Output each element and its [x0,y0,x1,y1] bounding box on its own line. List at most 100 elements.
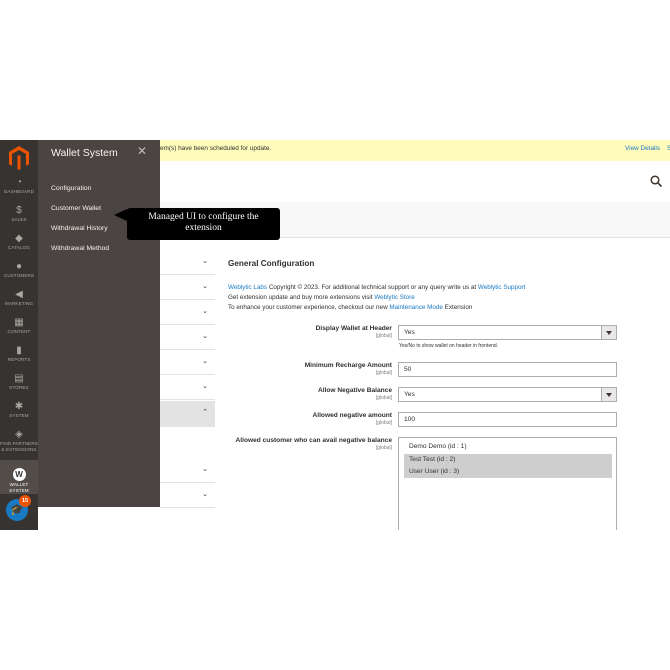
menu-item-dashboard[interactable]: ◔ Dashboard [0,177,38,195]
menu-item-label: Customers [3,273,35,278]
chevron-down-icon: ⌄ [202,258,208,265]
customer-option-selected[interactable]: User User (id : 3) [404,466,612,478]
config-tab-group[interactable]: ⌄ [160,251,215,275]
notification-badge: 15 [19,495,31,507]
field-label: Allowed customer who can avail negative … [235,437,392,444]
maintenance-mode-link[interactable]: Maintenance Mode [389,304,443,311]
config-tab-group[interactable]: ⌄ [160,301,215,325]
menu-item-reports[interactable]: ▮ Reports [0,345,38,363]
menu-item-label: Reports [7,357,31,362]
customers-icon: ● [15,261,23,272]
admin-frame: ◔ Dashboard $ Sales ◆ Catalog ● Customer… [0,140,670,530]
display-wallet-select[interactable]: Yes [398,325,617,340]
config-tab-group[interactable]: ⌄ [160,484,215,508]
submenu-link-withdrawal-history[interactable]: Withdrawal History [51,225,108,232]
chevron-down-icon: ⌄ [202,308,208,315]
config-tab-group[interactable]: ⌄ [160,276,215,300]
customer-option-selected[interactable]: Test Test (id : 2) [404,454,612,466]
cube-icon: ◆ [15,233,23,244]
submenu-link-customer-wallet[interactable]: Customer Wallet [51,205,101,212]
weblytic-store-link[interactable]: Weblytic Store [374,294,414,301]
chevron-down-icon[interactable] [601,388,616,401]
dashboard-icon: ◔ [15,177,23,188]
info-line: Weblytic Labs Copyright © 2023. For addi… [228,284,525,291]
menu-item-label: System [9,413,29,418]
weblytic-support-link[interactable]: Weblytic Support [478,284,525,291]
menu-item-label: Sales [11,217,27,222]
chevron-down-icon: ⌄ [202,491,208,498]
menu-item-marketing[interactable]: ◀ Marketing [0,289,38,307]
weblytic-labs-link[interactable]: Weblytic Labs [228,284,267,291]
menu-item-wallet-system[interactable]: W Wallet System [0,460,38,494]
callout-line: Managed UI to configure the [148,212,259,222]
allow-negative-select[interactable]: Yes [398,387,617,402]
field-label: Minimum Recharge Amount [304,362,392,369]
admin-menu: ◔ Dashboard $ Sales ◆ Catalog ● Customer… [0,140,38,530]
info-text: Extension [442,304,473,311]
wallet-icon: W [12,468,26,481]
search-icon[interactable] [650,175,663,188]
menu-item-label: System [9,487,29,493]
input-value: 50 [404,366,412,373]
customer-option[interactable]: Demo Demo (id : 1) [404,441,612,453]
min-recharge-input[interactable]: 50 [398,362,617,377]
info-line: Get extension update and buy more extens… [228,294,415,301]
submenu-link-withdrawal-method[interactable]: Withdrawal Method [51,245,109,252]
menu-item-content[interactable]: ▦ Content [0,317,38,335]
store-icon: ▤ [14,373,24,384]
view-details-link[interactable]: View Details [625,145,660,152]
info-text: Get extension update and buy more extens… [228,294,375,301]
megaphone-icon: ◀ [15,289,23,300]
config-tab-group[interactable]: ⌄ [160,459,215,483]
menu-item-label: Marketing [4,301,34,306]
chevron-down-icon: ⌄ [202,466,208,473]
info-text: To enhance your customer experience, che… [228,304,390,311]
field-label: Allowed negative amount [312,412,392,419]
callout-line: extension [185,223,222,233]
chevron-down-icon: ⌄ [202,333,208,340]
close-icon[interactable]: ✕ [137,144,147,158]
menu-item-customers[interactable]: ● Customers [0,261,38,279]
menu-item-label: Content [7,329,31,334]
menu-item-label: & Extensions [1,446,37,452]
section-title: General Configuration [228,259,315,268]
menu-item-catalog[interactable]: ◆ Catalog [0,233,38,251]
field-scope: [global] [375,445,392,451]
partners-icon: ◈ [15,429,23,440]
menu-item-sales[interactable]: $ Sales [0,205,38,223]
field-scope: [global] [375,395,392,401]
chevron-down-icon[interactable] [601,326,616,339]
field-label: Display Wallet at Header [315,325,392,332]
select-value: Yes [404,391,415,398]
input-value: 100 [404,416,416,423]
field-scope: [global] [375,333,392,339]
allowed-customers-multiselect[interactable]: Demo Demo (id : 1) Test Test (id : 2) Us… [398,437,617,530]
menu-item-label: Dashboard [4,189,34,194]
chevron-down-icon: ⌄ [202,283,208,290]
submenu-link-configuration[interactable]: Configuration [51,185,91,192]
field-scope: [global] [375,420,392,426]
select-value: Yes [404,329,415,336]
dollar-icon: $ [16,205,22,216]
notice-message: em(s) have been scheduled for update. [160,145,272,152]
menu-item-partners[interactable]: ◈ Find Partners & Extensions [0,429,38,452]
gear-icon: ✱ [14,401,24,412]
menu-item-stores[interactable]: ▤ Stores [0,373,38,391]
info-text: Copyright © 2023. For additional technic… [267,284,478,291]
callout-arrow [114,209,127,221]
menu-item-label: Find Partners [0,441,38,446]
info-line: To enhance your customer experience, che… [228,304,472,311]
content-icon: ▦ [14,317,24,328]
field-label: Allow Negative Balance [317,387,392,394]
field-note: Yes/No to show wallet on header in front… [399,343,499,349]
submenu-title: Wallet System [51,147,118,159]
wallet-system-submenu: Wallet System ✕ Configuration Customer W… [38,140,160,507]
menu-item-label: Catalog [8,245,30,250]
bar-chart-icon: ▮ [16,345,22,356]
field-scope: [global] [375,370,392,376]
magento-logo-icon[interactable] [8,145,30,171]
annotation-callout: Managed UI to configure the extension [127,208,280,240]
system-notice-bar: em(s) have been scheduled for update. Vi… [160,140,670,161]
allowed-negative-amount-input[interactable]: 100 [398,412,617,427]
menu-item-system[interactable]: ✱ System [0,401,38,419]
